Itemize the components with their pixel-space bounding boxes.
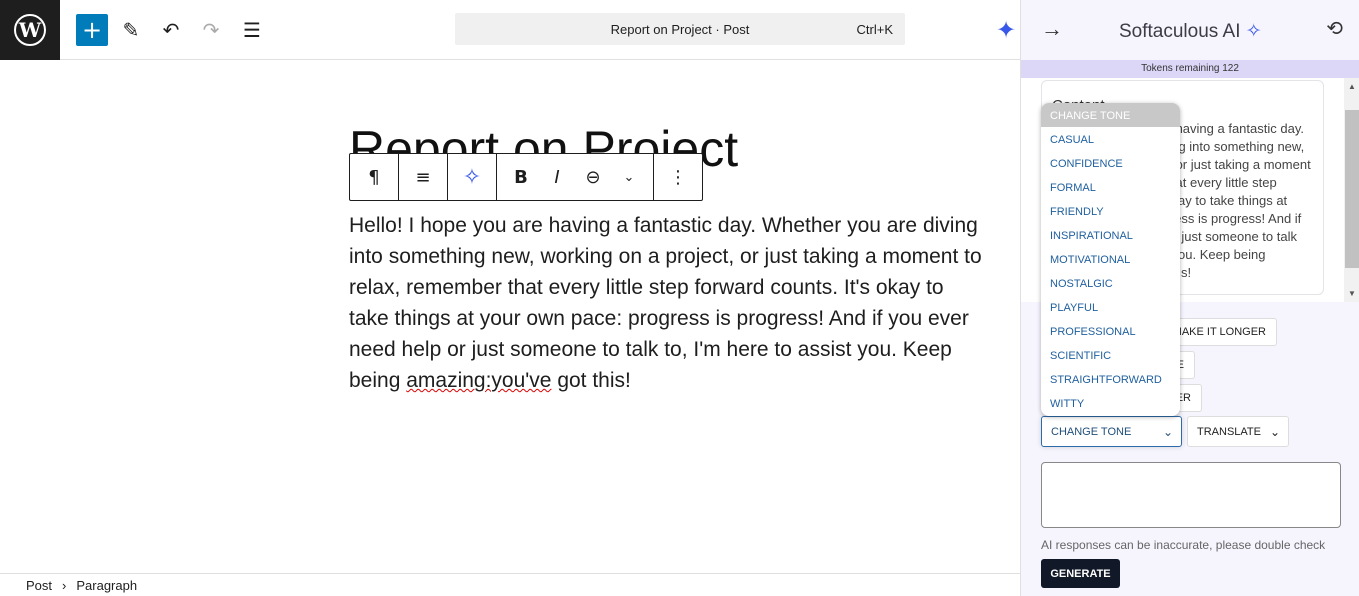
misspelled-word: amazing:you've [406,369,552,392]
change-tone-select[interactable]: CHANGE TONE ⌄ [1041,416,1182,447]
panel-title: Softaculous AI ✧ [1119,21,1262,42]
paragraph-text-end: got this! [551,369,631,392]
tone-option[interactable]: MOTIVATIONAL [1041,247,1180,271]
chevron-down-icon: ⌄ [1162,424,1173,439]
translate-select[interactable]: TRANSLATE ⌄ [1187,416,1289,447]
tone-option[interactable]: INSPIRATIONAL [1041,223,1180,247]
italic-button[interactable]: I [539,154,575,200]
bold-button[interactable]: B [503,154,539,200]
tone-dropdown-menu: CHANGE TONE CASUAL CONFIDENCE FORMAL FRI… [1041,103,1180,416]
redo-icon: ↷ [202,18,220,42]
breadcrumb: Post › Paragraph [0,573,1020,596]
undo-button[interactable]: ↶ [155,14,187,46]
tokens-remaining: Tokens remaining 122 [1021,60,1359,78]
chevron-right-icon: › [62,577,67,593]
tone-option[interactable]: CASUAL [1041,127,1180,151]
tone-option[interactable]: NOSTALGIC [1041,271,1180,295]
list-view-icon: ☰ [243,18,261,42]
align-icon[interactable]: ≡ [399,154,447,200]
close-panel-arrow-icon[interactable]: → [1041,16,1063,42]
dropdown-header: CHANGE TONE [1041,103,1180,127]
breadcrumb-post[interactable]: Post [26,578,52,593]
breadcrumb-paragraph[interactable]: Paragraph [76,578,137,593]
block-toolbar: ¶ ≡ ✧ B I ⊖ ⌄ ⋮ [349,153,703,201]
disclaimer-note: AI responses can be inaccurate, please d… [1041,538,1326,552]
tone-option[interactable]: STRAIGHTFORWARD [1041,367,1180,391]
sparkle-icon: ✧ [1245,21,1262,42]
ai-sparkle-icon[interactable]: ✧ [448,154,496,200]
prompt-textarea[interactable] [1041,462,1341,528]
paragraph-icon[interactable]: ¶ [350,154,398,200]
add-block-button[interactable]: + [76,14,108,46]
command-palette[interactable]: Report on Project · Post Ctrl+K [455,13,905,45]
plus-icon: + [81,16,103,44]
undo-icon: ↶ [162,18,180,42]
sparkle-icon[interactable]: ✦ [996,16,1016,44]
chevron-down-icon[interactable]: ⌄ [611,154,647,200]
paragraph-text: Hello! I hope you are having a fantastic… [349,214,982,392]
more-options-icon[interactable]: ⋮ [654,154,702,200]
tone-option[interactable]: PLAYFUL [1041,295,1180,319]
scrollbar[interactable]: ▲ ▼ [1344,78,1359,302]
tone-option[interactable]: FORMAL [1041,175,1180,199]
generate-button[interactable]: GENERATE [1041,559,1120,588]
document-title: Report on Project · Post [610,21,750,37]
tone-option[interactable]: PROFESSIONAL [1041,319,1180,343]
tone-option[interactable]: FRIENDLY [1041,199,1180,223]
pencil-icon: ✎ [122,18,140,42]
history-icon[interactable]: ⟲ [1326,16,1343,41]
shortcut-hint: Ctrl+K [856,21,893,37]
top-toolbar: W + ✎ ↶ ↷ ☰ Report on Project · Post Ctr… [0,0,1020,60]
redo-button[interactable]: ↷ [195,14,227,46]
tools-button[interactable]: ✎ [115,14,147,46]
link-icon[interactable]: ⊖ [575,154,611,200]
tone-option[interactable]: CONFIDENCE [1041,151,1180,175]
paragraph-block[interactable]: Hello! I hope you are having a fantastic… [349,210,989,396]
wordpress-logo[interactable]: W [0,0,60,60]
chevron-down-icon: ⌄ [1269,424,1280,439]
tone-option[interactable]: WITTY [1041,391,1180,415]
list-view-button[interactable]: ☰ [236,14,268,46]
tone-option[interactable]: SCIENTIFIC [1041,343,1180,367]
